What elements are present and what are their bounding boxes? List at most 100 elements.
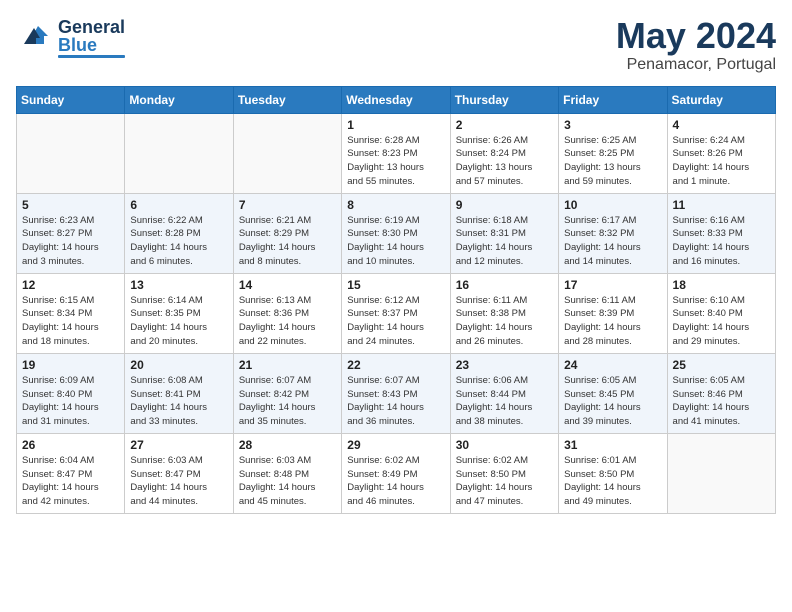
calendar-week-row: 5 Sunrise: 6:23 AM Sunset: 8:27 PM Daylig…: [17, 193, 776, 273]
day-info: Sunrise: 6:28 AM Sunset: 8:23 PM Dayligh…: [347, 134, 444, 189]
column-header-friday: Friday: [559, 86, 667, 113]
column-header-tuesday: Tuesday: [233, 86, 341, 113]
calendar-header-row: SundayMondayTuesdayWednesdayThursdayFrid…: [17, 86, 776, 113]
day-number: 17: [564, 278, 661, 292]
day-info: Sunrise: 6:19 AM Sunset: 8:30 PM Dayligh…: [347, 214, 444, 269]
location-title: Penamacor, Portugal: [616, 56, 776, 74]
day-number: 8: [347, 198, 444, 212]
day-number: 9: [456, 198, 553, 212]
calendar-day-7: 7 Sunrise: 6:21 AM Sunset: 8:29 PM Daylig…: [233, 193, 341, 273]
calendar-day-8: 8 Sunrise: 6:19 AM Sunset: 8:30 PM Daylig…: [342, 193, 450, 273]
column-header-monday: Monday: [125, 86, 233, 113]
day-info: Sunrise: 6:22 AM Sunset: 8:28 PM Dayligh…: [130, 214, 227, 269]
day-number: 1: [347, 118, 444, 132]
calendar-day-9: 9 Sunrise: 6:18 AM Sunset: 8:31 PM Daylig…: [450, 193, 558, 273]
column-header-saturday: Saturday: [667, 86, 775, 113]
calendar-week-row: 26Sunrise: 6:04 AM Sunset: 8:47 PM Dayli…: [17, 433, 776, 513]
day-info: Sunrise: 6:21 AM Sunset: 8:29 PM Dayligh…: [239, 214, 336, 269]
day-number: 4: [673, 118, 770, 132]
day-info: Sunrise: 6:07 AM Sunset: 8:43 PM Dayligh…: [347, 374, 444, 429]
calendar-day-6: 6 Sunrise: 6:22 AM Sunset: 8:28 PM Daylig…: [125, 193, 233, 273]
day-number: 18: [673, 278, 770, 292]
column-header-wednesday: Wednesday: [342, 86, 450, 113]
day-info: Sunrise: 6:12 AM Sunset: 8:37 PM Dayligh…: [347, 294, 444, 349]
calendar-empty-cell: [667, 433, 775, 513]
calendar-day-28: 28Sunrise: 6:03 AM Sunset: 8:48 PM Dayli…: [233, 433, 341, 513]
day-info: Sunrise: 6:03 AM Sunset: 8:47 PM Dayligh…: [130, 454, 227, 509]
calendar-day-16: 16 Sunrise: 6:11 AM Sunset: 8:38 PM Dayli…: [450, 273, 558, 353]
calendar-day-31: 31 Sunrise: 6:01 AM Sunset: 8:50 PM Dayli…: [559, 433, 667, 513]
day-number: 23: [456, 358, 553, 372]
day-info: Sunrise: 6:05 AM Sunset: 8:46 PM Dayligh…: [673, 374, 770, 429]
calendar-day-5: 5 Sunrise: 6:23 AM Sunset: 8:27 PM Daylig…: [17, 193, 125, 273]
day-number: 6: [130, 198, 227, 212]
calendar-empty-cell: [17, 113, 125, 193]
day-info: Sunrise: 6:01 AM Sunset: 8:50 PM Dayligh…: [564, 454, 661, 509]
title-area: May 2024 Penamacor, Portugal: [616, 16, 776, 74]
day-number: 5: [22, 198, 119, 212]
calendar-day-2: 2 Sunrise: 6:26 AM Sunset: 8:24 PM Daylig…: [450, 113, 558, 193]
calendar-day-21: 21 Sunrise: 6:07 AM Sunset: 8:42 PM Dayli…: [233, 353, 341, 433]
day-number: 19: [22, 358, 119, 372]
calendar-empty-cell: [125, 113, 233, 193]
calendar-day-24: 24 Sunrise: 6:05 AM Sunset: 8:45 PM Dayli…: [559, 353, 667, 433]
day-number: 27: [130, 438, 227, 452]
day-info: Sunrise: 6:04 AM Sunset: 8:47 PM Dayligh…: [22, 454, 119, 509]
day-info: Sunrise: 6:17 AM Sunset: 8:32 PM Dayligh…: [564, 214, 661, 269]
day-number: 2: [456, 118, 553, 132]
day-info: Sunrise: 6:25 AM Sunset: 8:25 PM Dayligh…: [564, 134, 661, 189]
day-number: 3: [564, 118, 661, 132]
logo-general-text: General: [58, 18, 125, 36]
day-number: 16: [456, 278, 553, 292]
day-number: 10: [564, 198, 661, 212]
calendar-week-row: 19 Sunrise: 6:09 AM Sunset: 8:40 PM Dayli…: [17, 353, 776, 433]
day-number: 21: [239, 358, 336, 372]
day-info: Sunrise: 6:05 AM Sunset: 8:45 PM Dayligh…: [564, 374, 661, 429]
day-number: 24: [564, 358, 661, 372]
calendar-day-22: 22 Sunrise: 6:07 AM Sunset: 8:43 PM Dayli…: [342, 353, 450, 433]
day-info: Sunrise: 6:15 AM Sunset: 8:34 PM Dayligh…: [22, 294, 119, 349]
calendar-day-11: 11Sunrise: 6:16 AM Sunset: 8:33 PM Dayli…: [667, 193, 775, 273]
calendar-day-13: 13Sunrise: 6:14 AM Sunset: 8:35 PM Dayli…: [125, 273, 233, 353]
day-info: Sunrise: 6:02 AM Sunset: 8:50 PM Dayligh…: [456, 454, 553, 509]
calendar-day-29: 29Sunrise: 6:02 AM Sunset: 8:49 PM Dayli…: [342, 433, 450, 513]
day-info: Sunrise: 6:08 AM Sunset: 8:41 PM Dayligh…: [130, 374, 227, 429]
day-info: Sunrise: 6:10 AM Sunset: 8:40 PM Dayligh…: [673, 294, 770, 349]
day-number: 14: [239, 278, 336, 292]
day-info: Sunrise: 6:26 AM Sunset: 8:24 PM Dayligh…: [456, 134, 553, 189]
day-number: 15: [347, 278, 444, 292]
calendar-day-30: 30 Sunrise: 6:02 AM Sunset: 8:50 PM Dayli…: [450, 433, 558, 513]
day-info: Sunrise: 6:13 AM Sunset: 8:36 PM Dayligh…: [239, 294, 336, 349]
day-number: 28: [239, 438, 336, 452]
day-info: Sunrise: 6:09 AM Sunset: 8:40 PM Dayligh…: [22, 374, 119, 429]
logo-blue-text: Blue: [58, 36, 125, 54]
day-info: Sunrise: 6:11 AM Sunset: 8:38 PM Dayligh…: [456, 294, 553, 349]
day-number: 29: [347, 438, 444, 452]
calendar-table: SundayMondayTuesdayWednesdayThursdayFrid…: [16, 86, 776, 514]
column-header-sunday: Sunday: [17, 86, 125, 113]
logo-icon: [16, 16, 54, 59]
day-number: 20: [130, 358, 227, 372]
day-number: 30: [456, 438, 553, 452]
calendar-day-23: 23 Sunrise: 6:06 AM Sunset: 8:44 PM Dayli…: [450, 353, 558, 433]
day-info: Sunrise: 6:23 AM Sunset: 8:27 PM Dayligh…: [22, 214, 119, 269]
day-number: 11: [673, 198, 770, 212]
day-number: 12: [22, 278, 119, 292]
logo-name: General Blue: [58, 18, 125, 58]
calendar-day-27: 27 Sunrise: 6:03 AM Sunset: 8:47 PM Dayli…: [125, 433, 233, 513]
logo-underline: [58, 55, 125, 58]
logo: General Blue: [16, 16, 125, 59]
calendar-day-3: 3 Sunrise: 6:25 AM Sunset: 8:25 PM Daylig…: [559, 113, 667, 193]
day-number: 31: [564, 438, 661, 452]
calendar-day-26: 26Sunrise: 6:04 AM Sunset: 8:47 PM Dayli…: [17, 433, 125, 513]
calendar-day-18: 18 Sunrise: 6:10 AM Sunset: 8:40 PM Dayli…: [667, 273, 775, 353]
day-info: Sunrise: 6:06 AM Sunset: 8:44 PM Dayligh…: [456, 374, 553, 429]
day-number: 7: [239, 198, 336, 212]
calendar-day-17: 17Sunrise: 6:11 AM Sunset: 8:39 PM Dayli…: [559, 273, 667, 353]
calendar-day-19: 19 Sunrise: 6:09 AM Sunset: 8:40 PM Dayli…: [17, 353, 125, 433]
calendar-empty-cell: [233, 113, 341, 193]
day-info: Sunrise: 6:07 AM Sunset: 8:42 PM Dayligh…: [239, 374, 336, 429]
calendar-day-1: 1 Sunrise: 6:28 AM Sunset: 8:23 PM Daylig…: [342, 113, 450, 193]
day-number: 22: [347, 358, 444, 372]
day-info: Sunrise: 6:18 AM Sunset: 8:31 PM Dayligh…: [456, 214, 553, 269]
